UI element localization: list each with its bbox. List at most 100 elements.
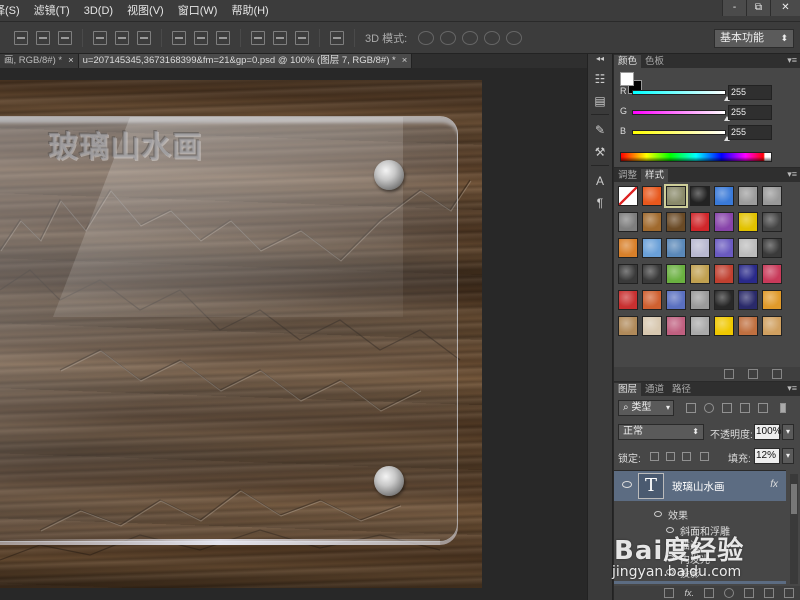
paragraph-icon[interactable]: ¶ — [592, 196, 608, 210]
align-left-icon[interactable] — [93, 30, 107, 45]
panel-menu-icon[interactable]: ▾≡ — [787, 168, 797, 181]
fill-dropdown-button[interactable]: ▾ — [782, 448, 794, 464]
layer-name[interactable]: 玻璃山水画 — [672, 479, 725, 494]
layer-row-selected[interactable]: T 玻璃山水画 fx — [614, 471, 786, 501]
red-slider[interactable] — [632, 90, 726, 95]
trash-icon[interactable] — [784, 588, 794, 598]
add-style-icon[interactable]: fx. — [684, 588, 694, 598]
new-style-icon[interactable] — [748, 369, 758, 379]
close-tab-icon[interactable]: × — [402, 55, 408, 66]
eye-icon[interactable] — [666, 569, 674, 575]
link-layers-icon[interactable] — [664, 588, 675, 598]
brush-icon[interactable]: ✎ — [592, 123, 608, 137]
align-bottom-icon[interactable] — [58, 30, 72, 45]
3d-rotate-icon[interactable] — [418, 30, 435, 45]
actions-icon[interactable]: ▤ — [592, 94, 608, 108]
foreground-color-swatch[interactable] — [620, 72, 634, 86]
align-vcenter-icon[interactable] — [36, 30, 50, 45]
eye-icon[interactable] — [666, 541, 674, 547]
style-swatch[interactable] — [642, 186, 662, 206]
smart-object-filter-icon[interactable] — [758, 403, 768, 413]
blue-value-input[interactable]: 255 — [728, 125, 772, 140]
shape-filter-icon[interactable] — [740, 403, 750, 413]
style-swatch[interactable] — [690, 264, 710, 284]
style-swatch[interactable] — [714, 290, 734, 310]
panel-menu-icon[interactable]: ▾≡ — [787, 382, 797, 395]
style-swatch[interactable] — [642, 264, 662, 284]
style-swatch[interactable] — [666, 316, 686, 336]
style-swatch[interactable] — [738, 238, 758, 258]
canvas-area[interactable]: 玻璃山水画 — [0, 68, 587, 600]
style-swatch[interactable] — [714, 186, 734, 206]
distribute-right-icon[interactable] — [295, 30, 309, 45]
style-swatch[interactable] — [642, 238, 662, 258]
adjustment-filter-icon[interactable] — [704, 403, 714, 413]
3d-pan-icon[interactable] — [462, 30, 479, 45]
style-swatch[interactable] — [666, 264, 686, 284]
panel-menu-icon[interactable]: ▾≡ — [787, 54, 797, 67]
style-swatch[interactable] — [642, 316, 662, 336]
menu-view[interactable]: 视图(V) — [120, 0, 171, 22]
distribute-left-icon[interactable] — [251, 30, 265, 45]
style-swatch[interactable] — [762, 186, 782, 206]
restore-button[interactable]: ⧉ — [746, 0, 770, 16]
tab-color[interactable]: 颜色 — [614, 55, 642, 68]
style-swatch[interactable] — [738, 186, 758, 206]
tab-adjustments[interactable]: 调整 — [614, 169, 641, 182]
style-swatch[interactable] — [738, 212, 758, 232]
tab-channels[interactable]: 通道 — [641, 383, 668, 396]
doc-tab-previous[interactable]: 画, RGB/8#) * × — [0, 54, 79, 68]
close-button[interactable]: ✕ — [770, 0, 800, 16]
lock-transparent-icon[interactable] — [650, 452, 659, 461]
close-tab-icon[interactable]: × — [68, 55, 74, 66]
style-swatch[interactable] — [714, 316, 734, 336]
style-swatch[interactable] — [762, 290, 782, 310]
add-mask-icon[interactable] — [704, 588, 714, 598]
eye-icon[interactable] — [666, 555, 674, 561]
style-swatch[interactable] — [618, 290, 638, 310]
scrollbar-thumb[interactable] — [791, 484, 797, 514]
layer-filter-select[interactable]: ⌕ 类型 ▾ — [618, 400, 674, 416]
menu-select[interactable]: 择(S) — [0, 0, 27, 22]
style-swatch[interactable] — [762, 316, 782, 336]
style-swatch[interactable] — [738, 316, 758, 336]
brush-presets-icon[interactable]: ⚒ — [592, 145, 608, 159]
blue-slider[interactable] — [632, 130, 726, 135]
distribute-bottom-icon[interactable] — [216, 30, 230, 45]
style-swatch[interactable] — [690, 238, 710, 258]
style-swatch[interactable] — [690, 316, 710, 336]
distribute-hcenter-icon[interactable] — [273, 30, 287, 45]
style-swatch[interactable] — [642, 290, 662, 310]
eye-icon[interactable] — [666, 527, 674, 533]
style-swatch[interactable] — [618, 212, 638, 232]
style-swatch[interactable] — [666, 290, 686, 310]
lock-position-icon[interactable] — [682, 452, 691, 461]
fill-input[interactable]: 12% — [754, 448, 780, 464]
style-swatch[interactable] — [618, 316, 638, 336]
align-top-icon[interactable] — [14, 30, 28, 45]
trash-icon[interactable] — [772, 369, 782, 379]
opacity-dropdown-button[interactable]: ▾ — [782, 424, 794, 440]
style-swatch[interactable] — [762, 238, 782, 258]
history-icon[interactable]: ☷ — [592, 72, 608, 86]
red-value-input[interactable]: 255 — [728, 85, 772, 100]
workspace-select[interactable]: 基本功能 ⬍ — [714, 29, 794, 48]
style-swatch[interactable] — [714, 238, 734, 258]
color-spectrum-bar[interactable] — [620, 152, 772, 162]
3d-roll-icon[interactable] — [440, 30, 457, 45]
menu-help[interactable]: 帮助(H) — [224, 0, 275, 22]
clear-style-icon[interactable] — [724, 369, 734, 379]
distribute-vcenter-icon[interactable] — [194, 30, 208, 45]
eye-icon[interactable] — [654, 511, 662, 517]
eye-icon[interactable] — [622, 481, 632, 488]
distribute-top-icon[interactable] — [172, 30, 186, 45]
artwork-image[interactable]: 玻璃山水画 — [0, 80, 482, 588]
style-swatch[interactable] — [618, 264, 638, 284]
align-hcenter-icon[interactable] — [115, 30, 129, 45]
green-slider[interactable] — [632, 110, 726, 115]
style-swatch[interactable] — [666, 212, 686, 232]
new-group-icon[interactable] — [744, 588, 754, 598]
new-layer-icon[interactable] — [764, 588, 774, 598]
style-swatch[interactable] — [642, 212, 662, 232]
3d-scale-icon[interactable] — [506, 30, 523, 45]
